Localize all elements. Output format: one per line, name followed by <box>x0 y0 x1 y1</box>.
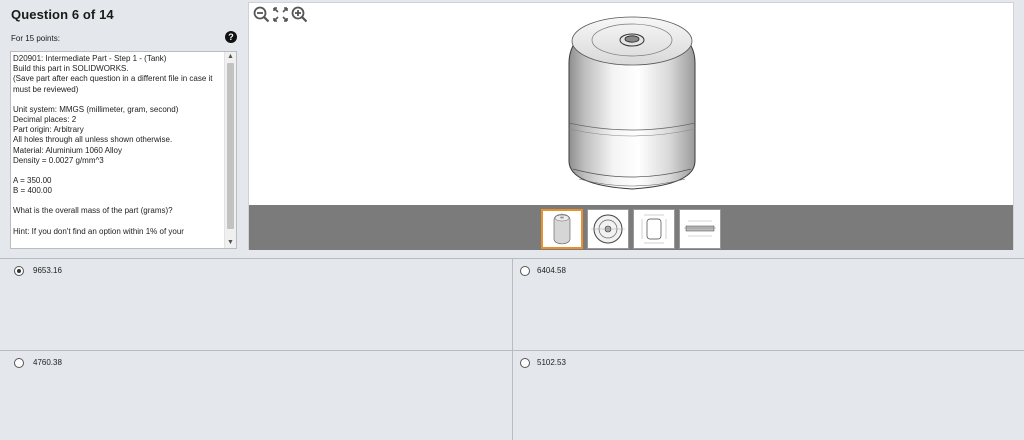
description-line: Unit system: MMGS (millimeter, gram, sec… <box>13 104 179 114</box>
radio-button[interactable] <box>14 266 24 276</box>
question-description[interactable]: D20901: Intermediate Part - Step 1 - (Ta… <box>10 51 237 249</box>
radio-button[interactable] <box>14 358 24 368</box>
front-section-view-icon <box>641 214 667 244</box>
description-line: B = 400.00 <box>13 186 52 196</box>
answer-value: 5102.53 <box>537 358 566 367</box>
isometric-view-icon <box>553 213 571 245</box>
answer-option-3[interactable]: 4760.38 <box>0 351 512 440</box>
description-line: (Save part after each question in a diff… <box>13 74 213 84</box>
description-line: Build this part in SOLIDWORKS. <box>13 64 129 74</box>
description-scrollbar[interactable]: ▲ ▼ <box>224 52 236 248</box>
scroll-thumb[interactable] <box>227 63 234 229</box>
answer-row-divider <box>0 350 1024 351</box>
zoom-in-icon[interactable] <box>291 6 308 23</box>
question-circle-icon[interactable]: ? <box>225 31 237 43</box>
fit-view-icon[interactable] <box>272 6 289 23</box>
description-line: D20901: Intermediate Part - Step 1 - (Ta… <box>13 54 167 63</box>
top-view-icon <box>591 214 625 244</box>
description-line: Density = 0.0027 g/mm^3 <box>13 155 104 165</box>
thumbnail-isometric-view[interactable] <box>541 209 583 249</box>
description-line: Material: Aluminium 1060 Alloy <box>13 145 122 155</box>
points-label: For 15 points: <box>11 34 60 43</box>
viewer-toolbar <box>253 6 308 24</box>
answer-value: 9653.16 <box>33 266 62 275</box>
model-render-area[interactable] <box>249 3 1015 205</box>
description-text: D20901: Intermediate Part - Step 1 - (Ta… <box>13 54 225 237</box>
description-line: Part origin: Arbitrary <box>13 125 84 135</box>
answer-option-4[interactable]: 5102.53 <box>513 351 1024 440</box>
radio-button[interactable] <box>520 266 530 276</box>
answer-option-1[interactable]: 9653.16 <box>0 259 512 349</box>
scroll-up-icon[interactable]: ▲ <box>225 52 236 62</box>
model-viewer[interactable] <box>248 2 1014 250</box>
thumbnail-front-section-view[interactable] <box>633 209 675 249</box>
answer-value: 6404.58 <box>537 266 566 275</box>
radio-button[interactable] <box>520 358 530 368</box>
thumbnail-top-view[interactable] <box>587 209 629 249</box>
answer-value: 4760.38 <box>33 358 62 367</box>
tank-model-image <box>568 16 696 190</box>
thumbnail-strip <box>249 205 1013 250</box>
thumbnail-side-drawing-view[interactable] <box>679 209 721 249</box>
description-line: Decimal places: 2 <box>13 115 77 125</box>
description-line: All holes through all unless shown other… <box>13 135 173 145</box>
description-line: A = 350.00 <box>13 176 52 186</box>
zoom-out-icon[interactable] <box>253 6 270 23</box>
question-panel: Question 6 of 14 For 15 points: ? D20901… <box>0 0 246 258</box>
answer-option-2[interactable]: 6404.58 <box>513 259 1024 349</box>
description-line: Hint: If you don't find an option within… <box>13 226 184 236</box>
description-line: What is the overall mass of the part (gr… <box>13 206 173 216</box>
scroll-down-icon[interactable]: ▼ <box>225 238 236 248</box>
side-drawing-view-icon <box>684 220 716 237</box>
question-title: Question 6 of 14 <box>11 7 114 22</box>
description-line: must be reviewed) <box>13 84 79 94</box>
